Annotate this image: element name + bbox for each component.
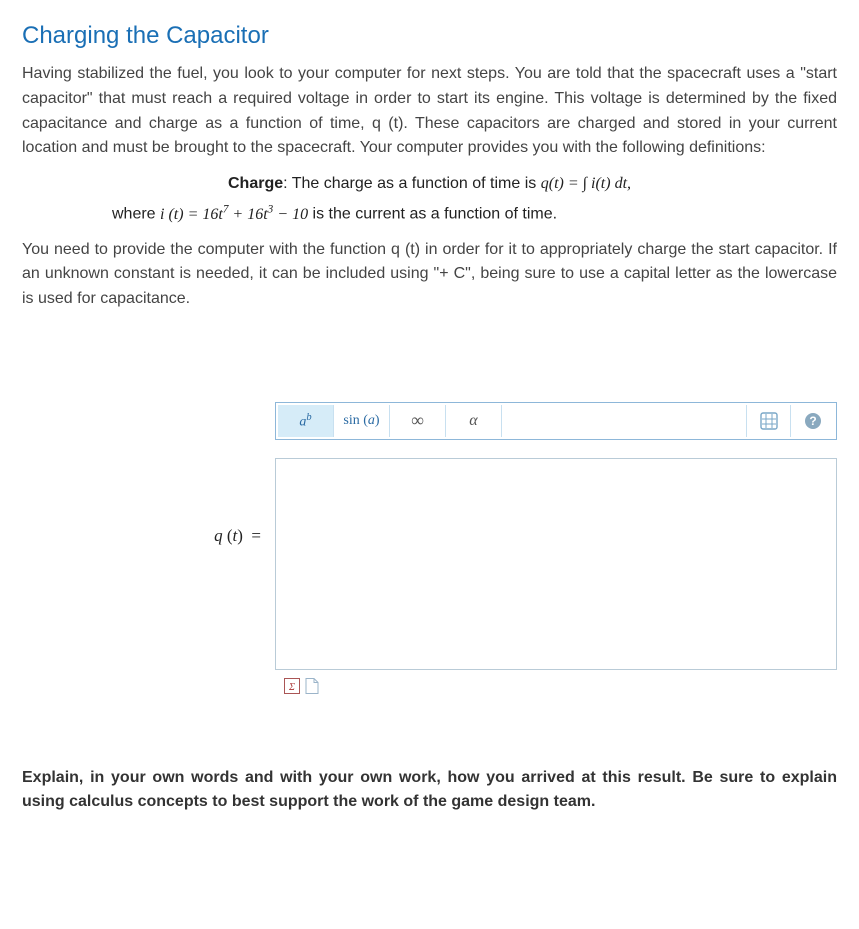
keypad-icon (760, 412, 778, 430)
intro-paragraph: Having stabilized the fuel, you look to … (22, 62, 837, 161)
answer-row: q (t) = ab sin (a) ∞ α (22, 402, 837, 670)
charge-definition: Charge: The charge as a function of time… (22, 175, 837, 193)
tool-infinity[interactable]: ∞ (390, 405, 446, 437)
help-icon: ? (804, 412, 822, 430)
i-formula: i (t) = 16t7 + 16t3 − 10 (160, 206, 308, 223)
math-input[interactable] (275, 458, 837, 670)
tool-keypad[interactable] (746, 405, 790, 437)
page-icon (305, 678, 319, 694)
explain-prompt: Explain, in your own words and with your… (22, 766, 837, 814)
svg-text:Σ: Σ (288, 682, 295, 693)
answer-label: q (t) = (22, 526, 261, 546)
tool-help[interactable]: ? (790, 405, 834, 437)
charge-label: Charge (228, 175, 283, 192)
new-page-toggle[interactable] (304, 678, 320, 694)
alpha-icon: α (469, 412, 477, 430)
charge-formula: q(t) = ∫ i(t) dt, (541, 175, 631, 192)
equation-editor-toggle[interactable]: Σ (284, 678, 300, 694)
tool-trig[interactable]: sin (a) (334, 405, 390, 437)
current-definition: where i (t) = 16t7 + 16t3 − 10 is the cu… (22, 203, 837, 223)
where-text: where (112, 206, 160, 223)
tool-greek[interactable]: α (446, 405, 502, 437)
current-tail-text: is the current as a function of time. (308, 206, 557, 223)
infinity-icon: ∞ (411, 410, 424, 431)
math-toolbar: ab sin (a) ∞ α (275, 402, 837, 440)
section-title: Charging the Capacitor (22, 22, 837, 50)
equation-editor-icon: Σ (284, 678, 300, 694)
svg-text:?: ? (809, 414, 816, 428)
charge-def-text: : The charge as a function of time is (283, 175, 541, 192)
instruction-paragraph: You need to provide the computer with th… (22, 238, 837, 312)
tool-exponent[interactable]: ab (278, 405, 334, 437)
toolbar-spacer (502, 405, 746, 437)
below-editor-icons: Σ (22, 678, 837, 694)
math-editor: ab sin (a) ∞ α (275, 402, 837, 670)
